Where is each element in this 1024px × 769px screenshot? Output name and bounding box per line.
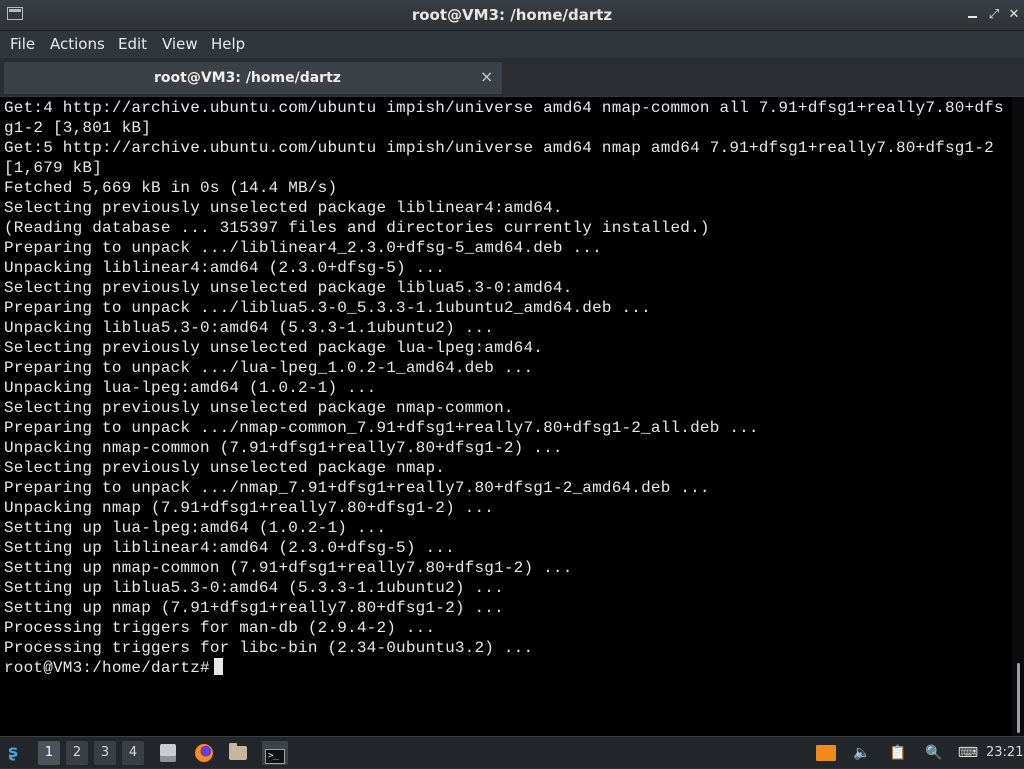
search-icon[interactable]: 🔍 xyxy=(923,742,945,764)
scrollbar-thumb[interactable] xyxy=(1017,663,1020,733)
terminal-line: Preparing to unpack .../liblinear4_2.3.0… xyxy=(4,239,602,257)
terminal-line: Selecting previously unselected package … xyxy=(4,199,563,217)
terminal-line: Unpacking nmap-common (7.91+dfsg1+really… xyxy=(4,439,563,457)
terminal-line: Selecting previously unselected package … xyxy=(4,339,544,357)
terminal-window: root@VM3: /home/dartz ⤢ ✕ File Actions E… xyxy=(0,0,1024,736)
terminal-prompt-line[interactable]: root@VM3:/home/dartz# xyxy=(4,658,1010,678)
terminal-line: Unpacking liblua5.3-0:amd64 (5.3.3-1.1ub… xyxy=(4,319,495,337)
terminal-scrollbar[interactable] xyxy=(1012,97,1024,736)
workspace-1[interactable]: 1 xyxy=(38,741,60,765)
terminal-line: Selecting previously unselected package … xyxy=(4,459,446,477)
terminal-line: Setting up liblinear4:amd64 (2.3.0+dfsg-… xyxy=(4,539,455,557)
terminal-line: Unpacking liblinear4:amd64 (2.3.0+dfsg-5… xyxy=(4,259,446,277)
tab-bar: root@VM3: /home/dartz × xyxy=(0,58,1024,96)
tab-title: root@VM3: /home/dartz xyxy=(154,70,341,86)
start-menu-icon[interactable]: ʂ xyxy=(8,743,26,761)
terminal-line: Setting up nmap-common (7.91+dfsg1+reall… xyxy=(4,559,573,577)
menu-file[interactable]: File xyxy=(10,35,35,53)
terminal-line: Setting up liblua5.3-0:amd64 (5.3.3-1.1u… xyxy=(4,579,504,597)
window-title: root@VM3: /home/dartz xyxy=(411,6,613,24)
maximize-button[interactable]: ⤢ xyxy=(985,6,1003,24)
window-titlebar[interactable]: root@VM3: /home/dartz ⤢ ✕ xyxy=(0,0,1024,31)
terminal-line: Get:5 http://archive.ubuntu.com/ubuntu i… xyxy=(4,139,1004,177)
minimize-button[interactable] xyxy=(963,6,981,24)
files-icon[interactable] xyxy=(156,741,180,765)
terminal-line: Selecting previously unselected package … xyxy=(4,399,514,417)
close-window-button[interactable]: ✕ xyxy=(1005,6,1023,24)
taskbar: ʂ 1 2 3 4 >_ 🔈 📋 🔍 ⌨ 23:21 xyxy=(0,736,1024,768)
workspace-3[interactable]: 3 xyxy=(94,741,116,765)
menu-bar: File Actions Edit View Help xyxy=(0,31,1024,57)
terminal-line: Selecting previously unselected package … xyxy=(4,279,573,297)
menu-edit[interactable]: Edit xyxy=(118,35,147,53)
terminal-line: Preparing to unpack .../lua-lpeg_1.0.2-1… xyxy=(4,359,534,377)
terminal-line: Fetched 5,669 kB in 0s (14.4 MB/s) xyxy=(4,179,338,197)
workspace-4[interactable]: 4 xyxy=(122,741,144,765)
terminal-output[interactable]: Get:4 http://archive.ubuntu.com/ubuntu i… xyxy=(0,97,1024,736)
terminal-line: Unpacking lua-lpeg:amd64 (1.0.2-1) ... xyxy=(4,379,377,397)
menu-view[interactable]: View xyxy=(162,35,198,53)
clock[interactable]: 23:21 xyxy=(986,745,1023,760)
text-cursor xyxy=(213,658,223,675)
menu-actions[interactable]: Actions xyxy=(50,35,105,53)
menu-help[interactable]: Help xyxy=(211,35,245,53)
terminal-line: Setting up lua-lpeg:amd64 (1.0.2-1) ... xyxy=(4,519,387,537)
workspace-2[interactable]: 2 xyxy=(66,741,88,765)
terminal-line: Preparing to unpack .../nmap-common_7.91… xyxy=(4,419,759,437)
tab-close-button[interactable]: × xyxy=(480,67,493,86)
terminal-prompt: root@VM3:/home/dartz# xyxy=(4,659,210,677)
terminal-line: Processing triggers for libc-bin (2.34-0… xyxy=(4,639,534,657)
firefox-icon[interactable] xyxy=(192,741,216,765)
keyboard-icon[interactable]: ⌨ xyxy=(957,742,979,764)
terminal-line: Setting up nmap (7.91+dfsg1+really7.80+d… xyxy=(4,599,504,617)
update-notifier-icon[interactable] xyxy=(815,742,837,764)
terminal-icon[interactable]: >_ xyxy=(262,741,288,765)
terminal-line: Get:4 http://archive.ubuntu.com/ubuntu i… xyxy=(4,99,1004,137)
terminal-line: Processing triggers for man-db (2.9.4-2)… xyxy=(4,619,436,637)
terminal-text: Get:4 http://archive.ubuntu.com/ubuntu i… xyxy=(4,98,1010,678)
terminal-line: (Reading database ... 315397 files and d… xyxy=(4,219,710,237)
terminal-line: Unpacking nmap (7.91+dfsg1+really7.80+df… xyxy=(4,499,495,517)
minimize-icon xyxy=(967,16,977,18)
tab-terminal[interactable]: root@VM3: /home/dartz × xyxy=(4,62,502,94)
folder-icon[interactable] xyxy=(226,741,250,765)
volume-icon[interactable]: 🔈 xyxy=(851,742,873,764)
terminal-line: Preparing to unpack .../liblua5.3-0_5.3.… xyxy=(4,299,651,317)
terminal-line: Preparing to unpack .../nmap_7.91+dfsg1+… xyxy=(4,479,710,497)
clipboard-icon[interactable]: 📋 xyxy=(887,742,909,764)
